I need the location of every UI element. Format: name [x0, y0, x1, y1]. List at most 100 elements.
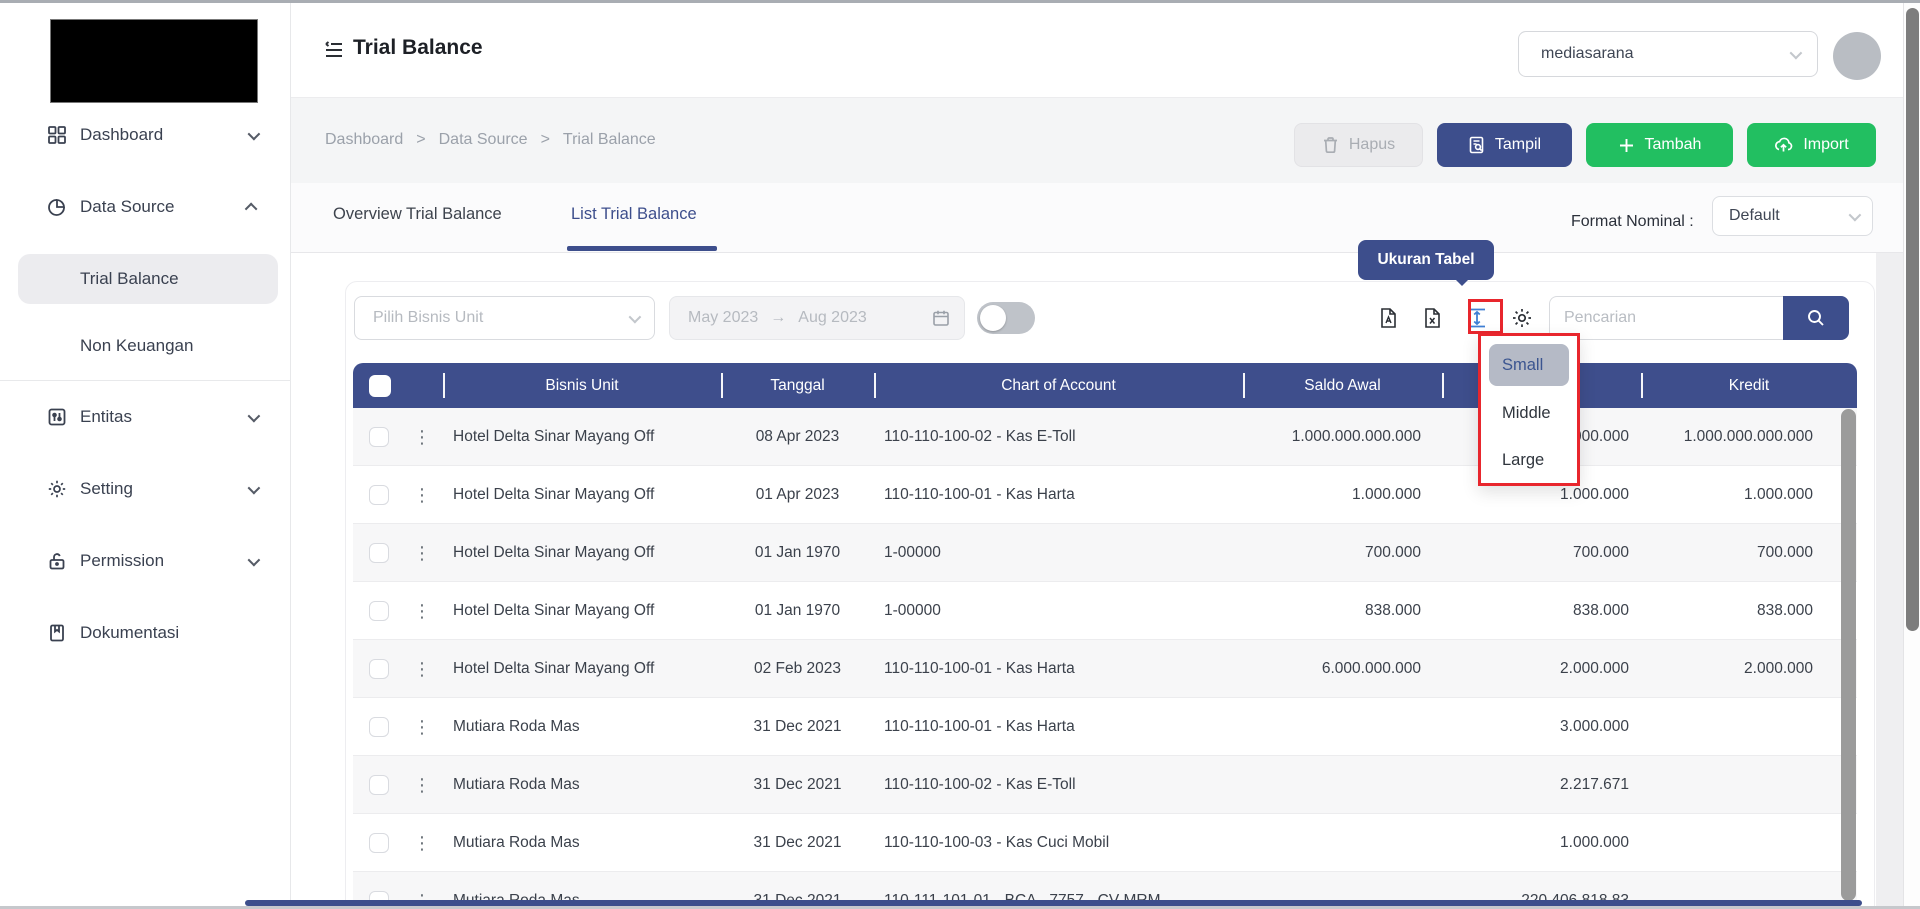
- date-range-picker[interactable]: May 2023 → Aug 2023: [669, 296, 965, 340]
- row-menu-kebab-icon[interactable]: ⋮: [413, 834, 431, 852]
- toggle-switch[interactable]: [977, 302, 1035, 334]
- sidebar-item-setting[interactable]: Setting: [0, 467, 291, 511]
- cloud-upload-icon: [1774, 136, 1793, 154]
- cell-debit: 2.217.671: [1442, 756, 1641, 814]
- row-checkbox[interactable]: [369, 717, 389, 737]
- size-option-middle[interactable]: Middle: [1489, 393, 1569, 433]
- company-select[interactable]: mediasarana: [1518, 31, 1818, 77]
- tampil-button[interactable]: Tampil: [1437, 123, 1572, 167]
- row-menu-kebab-icon[interactable]: ⋮: [413, 428, 431, 446]
- format-nominal-label: Format Nominal :: [1571, 213, 1694, 231]
- business-unit-select[interactable]: Pilih Bisnis Unit: [354, 296, 655, 340]
- select-all-checkbox[interactable]: [369, 375, 391, 397]
- content-scroll-track: [1876, 253, 1903, 909]
- avatar[interactable]: [1833, 32, 1881, 80]
- row-checkbox[interactable]: [369, 427, 389, 447]
- cell-kredit: [1641, 756, 1857, 814]
- sidebar-item-non-keuangan[interactable]: Non Keuangan: [0, 321, 291, 371]
- row-checkbox[interactable]: [369, 543, 389, 563]
- table-row[interactable]: ⋮ Hotel Delta Sinar Mayang Off 01 Apr 20…: [353, 466, 1857, 524]
- size-option-large[interactable]: Large: [1489, 440, 1569, 480]
- date-end: Aug 2023: [798, 309, 867, 327]
- cell-saldo-awal: 1.000.000: [1243, 466, 1442, 524]
- breadcrumb-item-dashboard[interactable]: Dashboard: [325, 131, 403, 149]
- cell-chart-of-account: 110-110-100-01 - Kas Harta: [874, 698, 1243, 756]
- page-scrollbar-track[interactable]: [1903, 3, 1920, 909]
- cell-bisnis-unit: Mutiara Roda Mas: [443, 698, 721, 756]
- table-row[interactable]: ⋮ Hotel Delta Sinar Mayang Off 01 Jan 19…: [353, 582, 1857, 640]
- row-menu-kebab-icon[interactable]: ⋮: [413, 718, 431, 736]
- col-header-chart-of-account[interactable]: Chart of Account: [874, 363, 1243, 408]
- sidebar-item-trial-balance[interactable]: Trial Balance: [18, 254, 278, 304]
- cell-bisnis-unit: Mutiara Roda Mas: [443, 814, 721, 872]
- cell-kredit: [1641, 814, 1857, 872]
- table-row[interactable]: ⋮ Mutiara Roda Mas 31 Dec 2021 110-110-1…: [353, 756, 1857, 814]
- table-row[interactable]: ⋮ Hotel Delta Sinar Mayang Off 08 Apr 20…: [353, 408, 1857, 466]
- cell-chart-of-account: 110-110-100-01 - Kas Harta: [874, 466, 1243, 524]
- row-checkbox[interactable]: [369, 659, 389, 679]
- file-search-icon: [1468, 136, 1485, 154]
- horizontal-scrollbar-thumb[interactable]: [245, 900, 1862, 906]
- cell-saldo-awal: 6.000.000.000: [1243, 640, 1442, 698]
- page-scrollbar-thumb[interactable]: [1906, 8, 1919, 631]
- cell-saldo-awal: 1.000.000.000.000: [1243, 408, 1442, 466]
- sidebar-item-data-source[interactable]: Data Source: [0, 185, 291, 229]
- row-checkbox[interactable]: [369, 775, 389, 795]
- row-menu-kebab-icon[interactable]: ⋮: [413, 486, 431, 504]
- row-checkbox[interactable]: [369, 601, 389, 621]
- search-button[interactable]: [1783, 296, 1849, 340]
- hapus-button[interactable]: Hapus: [1294, 123, 1423, 167]
- row-menu-kebab-icon[interactable]: ⋮: [413, 660, 431, 678]
- table-row[interactable]: ⋮ Mutiara Roda Mas 31 Dec 2021 110-110-1…: [353, 698, 1857, 756]
- col-header-kredit[interactable]: Kredit: [1641, 363, 1857, 408]
- import-button[interactable]: Import: [1747, 123, 1876, 167]
- sidebar-item-label: Dashboard: [80, 125, 248, 145]
- table-settings-gear-icon[interactable]: [1511, 307, 1533, 329]
- col-header-saldo-awal[interactable]: Saldo Awal: [1243, 363, 1442, 408]
- cell-kredit: [1641, 698, 1857, 756]
- row-checkbox[interactable]: [369, 485, 389, 505]
- row-menu-kebab-icon[interactable]: ⋮: [413, 544, 431, 562]
- cell-kredit: 838.000: [1641, 582, 1857, 640]
- cell-saldo-awal: [1243, 814, 1442, 872]
- date-start: May 2023: [688, 309, 758, 327]
- export-excel-icon[interactable]: [1422, 307, 1443, 329]
- annotation-red-box-icon: [1468, 299, 1503, 334]
- chevron-down-icon: [1849, 208, 1862, 221]
- table-row[interactable]: ⋮ Hotel Delta Sinar Mayang Off 02 Feb 20…: [353, 640, 1857, 698]
- breadcrumb-band: Dashboard > Data Source > Trial Balance …: [291, 98, 1903, 183]
- sidebar-item-dashboard[interactable]: Dashboard: [0, 113, 291, 157]
- table-scrollbar-thumb[interactable]: [1841, 409, 1856, 901]
- table-row[interactable]: ⋮ Hotel Delta Sinar Mayang Off 01 Jan 19…: [353, 524, 1857, 582]
- trash-icon: [1322, 136, 1339, 154]
- table-tools: [1378, 307, 1533, 329]
- search-input[interactable]: [1549, 296, 1783, 340]
- breadcrumb-item-data-source[interactable]: Data Source: [439, 131, 528, 149]
- select-all-header: [353, 363, 443, 408]
- tampil-button-label: Tampil: [1495, 136, 1541, 154]
- row-checkbox[interactable]: [369, 833, 389, 853]
- date-range-arrow: →: [770, 309, 786, 327]
- row-menu-kebab-icon[interactable]: ⋮: [413, 776, 431, 794]
- col-header-bisnis-unit[interactable]: Bisnis Unit: [443, 363, 721, 408]
- col-header-tanggal[interactable]: Tanggal: [721, 363, 874, 408]
- table-row[interactable]: ⋮ Mutiara Roda Mas 31 Dec 2021 110-110-1…: [353, 814, 1857, 872]
- cell-tanggal: 01 Apr 2023: [721, 466, 874, 524]
- sidebar-item-entitas[interactable]: Entitas: [0, 395, 291, 439]
- breadcrumb-item-trial-balance[interactable]: Trial Balance: [563, 131, 656, 149]
- tambah-button[interactable]: Tambah: [1586, 123, 1733, 167]
- sidebar-item-dokumentasi[interactable]: Dokumentasi: [0, 611, 291, 655]
- format-nominal-select[interactable]: Default: [1712, 196, 1873, 236]
- cell-chart-of-account: 110-110-100-02 - Kas E-Toll: [874, 408, 1243, 466]
- tab-list-trial-balance[interactable]: List Trial Balance: [571, 205, 697, 224]
- sidebar-item-permission[interactable]: Permission: [0, 539, 291, 583]
- row-menu-kebab-icon[interactable]: ⋮: [413, 602, 431, 620]
- import-button-label: Import: [1803, 136, 1848, 154]
- outdent-list-icon[interactable]: [323, 39, 345, 61]
- cell-bisnis-unit: Mutiara Roda Mas: [443, 756, 721, 814]
- sidebar-item-label: Data Source: [80, 197, 248, 217]
- size-option-small[interactable]: Small: [1489, 344, 1569, 386]
- chevron-down-icon: [629, 310, 642, 323]
- export-pdf-icon[interactable]: [1378, 307, 1399, 329]
- tab-overview-trial-balance[interactable]: Overview Trial Balance: [333, 205, 502, 224]
